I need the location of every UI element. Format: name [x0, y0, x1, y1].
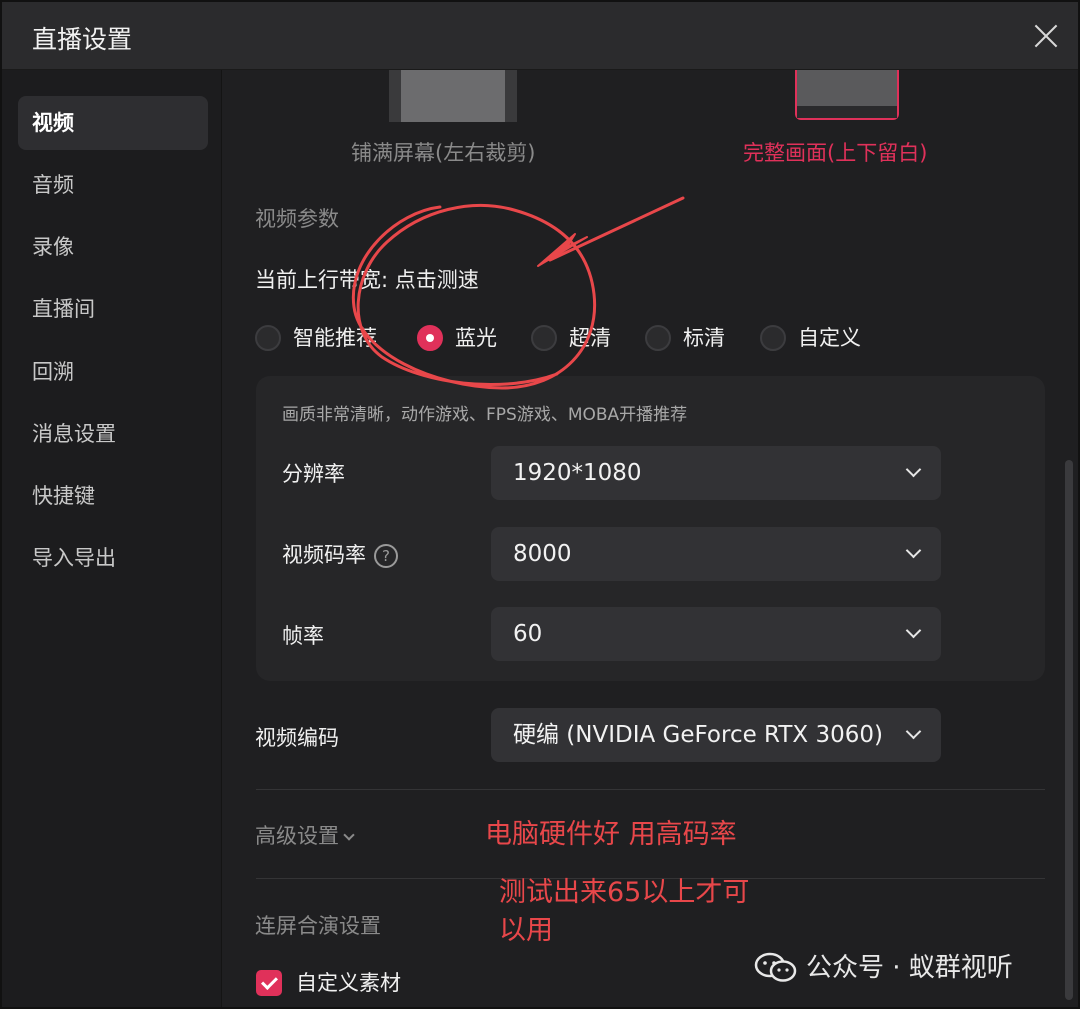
framerate-select[interactable]: 60 [491, 607, 941, 661]
sidebar-item-shortcuts[interactable]: 快捷键 [18, 469, 208, 523]
framerate-value: 60 [513, 621, 543, 647]
sidebar-item-replay[interactable]: 回溯 [18, 345, 208, 399]
bandwidth-row: 当前上行带宽: 点击测速 [255, 264, 479, 294]
bandwidth-label: 当前上行带宽: [255, 268, 389, 292]
fill-screen-label[interactable]: 铺满屏幕(左右裁剪) [351, 137, 535, 167]
encoder-select[interactable]: 硬编 (NVIDIA GeForce RTX 3060) [491, 708, 941, 762]
video-params-heading: 视频参数 [255, 207, 339, 231]
encoder-label: 视频编码 [255, 726, 339, 750]
settings-content: 铺满屏幕(左右裁剪) 完整画面(上下留白) 视频参数 当前上行带宽: 点击测速 … [223, 70, 1078, 1007]
annotation-high-bitrate: 电脑硬件好 用高码率 [485, 819, 737, 850]
sidebar-item-live-room[interactable]: 直播间 [18, 282, 208, 336]
watermark-text: 公众号 · 蚁群视听 [806, 953, 1013, 983]
help-icon[interactable]: ? [374, 544, 398, 568]
advanced-settings-label: 高级设置 [255, 824, 339, 848]
co-stream-heading: 连屏合演设置 [255, 914, 381, 938]
bitrate-label: 视频码率 [282, 543, 366, 567]
live-settings-window: 直播设置 视频 音频 录像 直播间 回溯 消息设置 快捷键 导入导出 铺满屏幕(… [0, 0, 1080, 1009]
chevron-down-icon [907, 547, 919, 559]
chevron-down-icon [907, 627, 919, 639]
bitrate-value: 8000 [513, 541, 572, 567]
sidebar-item-message-settings[interactable]: 消息设置 [18, 407, 208, 461]
annotation-test-line1: 测试出来65以上才可 [499, 877, 750, 908]
scrollbar[interactable] [1065, 460, 1073, 1000]
annotation-test-line2: 以用 [499, 915, 553, 946]
chevron-down-icon [343, 829, 355, 841]
chevron-down-icon [907, 728, 919, 740]
wechat-icon [754, 952, 797, 982]
full-frame-preview[interactable] [795, 70, 899, 120]
sidebar-item-audio[interactable]: 音频 [18, 158, 208, 212]
bitrate-select[interactable]: 8000 [491, 527, 941, 581]
resolution-select[interactable]: 1920*1080 [491, 446, 941, 500]
sidebar-item-recording[interactable]: 录像 [18, 220, 208, 274]
encoder-value: 硬编 (NVIDIA GeForce RTX 3060) [513, 722, 883, 748]
sidebar-item-import-export[interactable]: 导入导出 [18, 531, 208, 585]
resolution-label: 分辨率 [282, 462, 345, 486]
settings-sidebar: 视频 音频 录像 直播间 回溯 消息设置 快捷键 导入导出 [2, 70, 222, 1007]
divider [256, 789, 1045, 790]
chevron-down-icon [907, 466, 919, 478]
full-frame-label[interactable]: 完整画面(上下留白) [743, 137, 927, 167]
window-title: 直播设置 [32, 25, 133, 54]
quality-description: 画质非常清晰，动作游戏、FPS游戏、MOBA开播推荐 [282, 405, 688, 425]
title-bar: 直播设置 [2, 2, 1078, 70]
bitrate-label-row: 视频码率? [282, 539, 398, 569]
fill-screen-preview[interactable] [389, 70, 517, 122]
quality-settings-panel: 画质非常清晰，动作游戏、FPS游戏、MOBA开播推荐 分辨率 1920*1080… [256, 376, 1045, 681]
close-icon[interactable] [1032, 22, 1060, 50]
advanced-settings-toggle[interactable]: 高级设置 [255, 820, 355, 850]
custom-material-label: 自定义素材 [296, 971, 401, 995]
sidebar-item-video[interactable]: 视频 [18, 96, 208, 150]
framerate-label: 帧率 [282, 624, 324, 648]
resolution-value: 1920*1080 [513, 460, 642, 486]
custom-material-checkbox[interactable] [256, 970, 282, 996]
speed-test-link[interactable]: 点击测速 [395, 268, 479, 292]
